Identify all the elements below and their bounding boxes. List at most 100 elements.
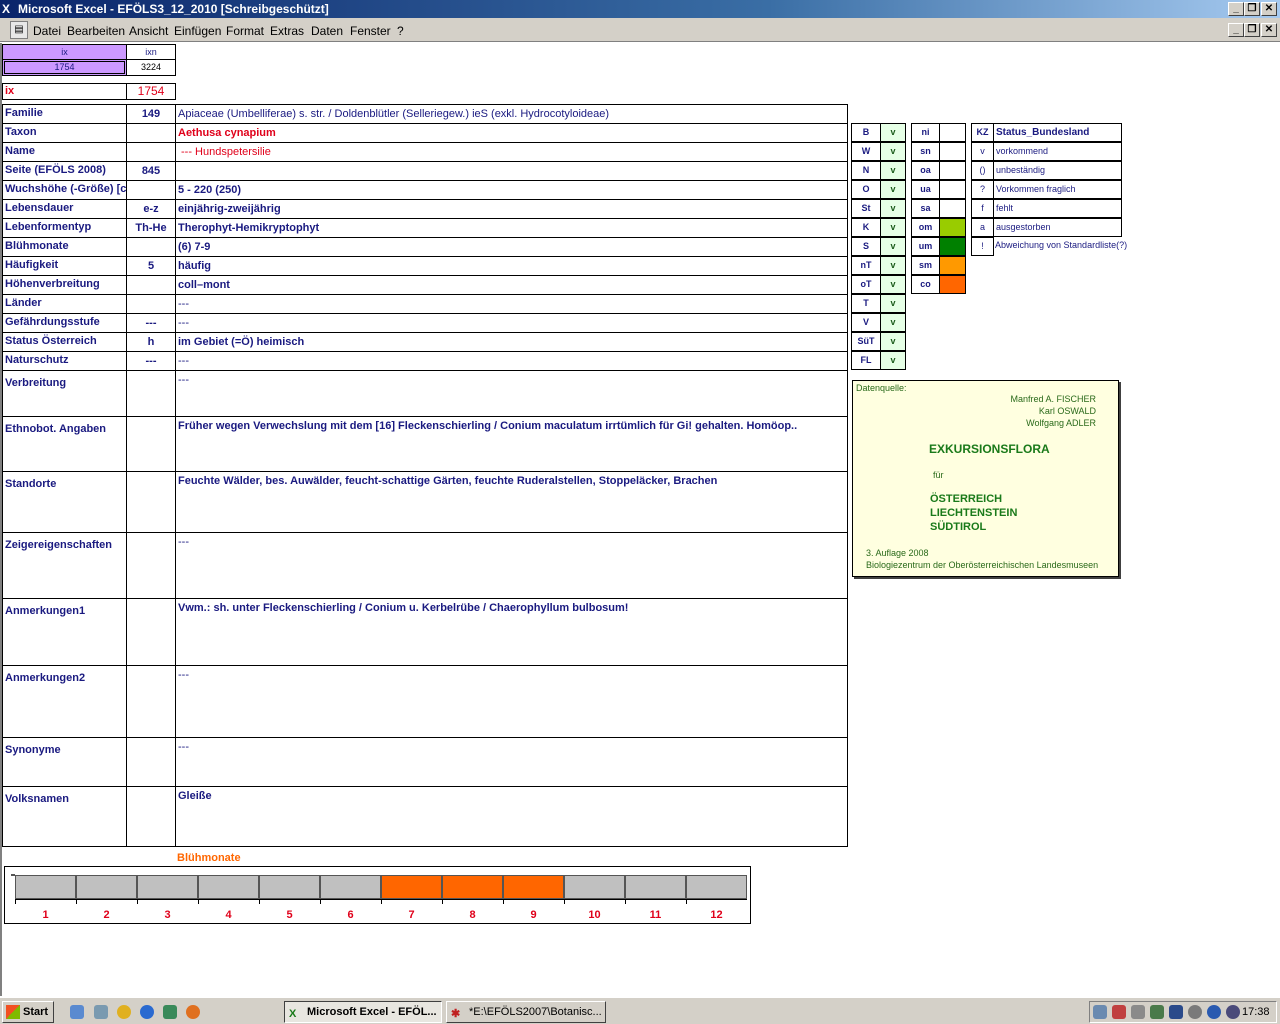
row-value[interactable]: coll–mont [175,275,848,295]
state-status-nT[interactable]: v [880,256,906,275]
state-status-V[interactable]: v [880,313,906,332]
tall-row-code[interactable] [126,598,176,666]
ix-big-value[interactable]: 1754 [126,83,176,100]
quicklaunch-outlook-icon[interactable] [163,1005,177,1019]
state-status-K[interactable]: v [880,218,906,237]
row-code[interactable]: e-z [126,199,176,219]
row-value[interactable]: --- [175,313,848,333]
row-code[interactable]: h [126,332,176,352]
row-value[interactable]: 5 - 220 (250) [175,180,848,200]
tall-row-value[interactable]: Feuchte Wälder, bes. Auwälder, feucht-sc… [175,471,848,533]
tall-row-code[interactable] [126,416,176,472]
state-status-N[interactable]: v [880,161,906,180]
tall-row-value[interactable]: --- [175,532,848,599]
tall-row-value[interactable]: --- [175,665,848,738]
menu-datei[interactable]: Datei [33,24,61,38]
quicklaunch-media-icon[interactable] [117,1005,131,1019]
tray-clock-icon[interactable] [1188,1005,1202,1019]
row-value[interactable]: Therophyt-Hemikryptophyt [175,218,848,238]
tall-row-code[interactable] [126,665,176,738]
tall-row-value[interactable]: --- [175,370,848,417]
quicklaunch-explorer-icon[interactable] [94,1005,108,1019]
tall-row-code[interactable] [126,370,176,417]
state-status-oT[interactable]: v [880,275,906,294]
row-value[interactable]: (6) 7-9 [175,237,848,257]
close-button[interactable]: ✕ [1261,2,1277,16]
tall-row-code[interactable] [126,471,176,533]
state-status-B[interactable]: v [880,123,906,142]
minimize-button[interactable]: _ [1228,2,1244,16]
row-value[interactable]: Apiaceae (Umbelliferae) s. str. / Dolden… [175,104,848,124]
tall-row-code[interactable] [126,786,176,847]
doc-close-button[interactable]: ✕ [1261,23,1277,37]
state-status-FL[interactable]: v [880,351,906,370]
row-code[interactable] [126,294,176,314]
menu-format[interactable]: Format [226,24,264,38]
doc-minimize-button[interactable]: _ [1228,23,1244,37]
row-code[interactable]: --- [126,351,176,371]
row-value[interactable]: --- [175,351,848,371]
tray-shield-icon[interactable] [1169,1005,1183,1019]
tall-row-value[interactable]: --- [175,737,848,787]
row-code[interactable] [126,142,176,162]
menu-daten[interactable]: Daten [311,24,343,38]
row-value[interactable] [175,161,848,181]
menu-einfuegen[interactable]: Einfügen [174,24,221,38]
row-code[interactable]: 5 [126,256,176,276]
tray-device-icon[interactable] [1150,1005,1164,1019]
task-excel[interactable]: X Microsoft Excel - EFÖL... [284,1001,442,1023]
restore-button[interactable]: ❐ [1244,2,1260,16]
tall-row-value[interactable]: Gleiße [175,786,848,847]
tray-info-icon[interactable] [1207,1005,1221,1019]
row-value[interactable]: --- Hundspetersilie [175,142,848,162]
row-code[interactable] [126,123,176,143]
row-code[interactable] [126,237,176,257]
start-button[interactable]: Start [2,1001,54,1023]
region-swatch-ni[interactable] [939,123,966,142]
quicklaunch-ie-icon[interactable] [140,1005,154,1019]
tray-app-icon[interactable] [1226,1005,1240,1019]
tall-row-code[interactable] [126,737,176,787]
region-swatch-oa[interactable] [939,161,966,180]
state-status-S[interactable]: v [880,237,906,256]
quicklaunch-desktop-icon[interactable] [70,1005,84,1019]
menu-bearbeiten[interactable]: Bearbeiten [67,24,125,38]
task-explorer[interactable]: ✱ *E:\EFÖLS2007\Botanisc... [446,1001,606,1023]
region-swatch-sa[interactable] [939,199,966,218]
doc-restore-button[interactable]: ❐ [1244,23,1260,37]
tall-row-value[interactable]: Früher wegen Verwechslung mit dem [16] F… [175,416,848,472]
row-value[interactable]: --- [175,294,848,314]
row-value[interactable]: im Gebiet (=Ö) heimisch [175,332,848,352]
row-value[interactable]: Aethusa cynapium [175,123,848,143]
region-swatch-sn[interactable] [939,142,966,161]
menu-help[interactable]: ? [397,24,404,38]
row-code[interactable] [126,275,176,295]
row-code[interactable]: 149 [126,104,176,124]
menu-extras[interactable]: Extras [270,24,304,38]
region-swatch-sm[interactable] [939,256,966,275]
tall-row-code[interactable] [126,532,176,599]
row-value[interactable]: einjährig-zweijährig [175,199,848,219]
state-status-T[interactable]: v [880,294,906,313]
tray-search-icon[interactable] [1131,1005,1145,1019]
row-code[interactable] [126,180,176,200]
quicklaunch-firefox-icon[interactable] [186,1005,200,1019]
tray-network-icon[interactable] [1093,1005,1107,1019]
row-code[interactable]: Th-He [126,218,176,238]
ixn-value-cell[interactable]: 3224 [126,59,176,76]
row-code[interactable]: --- [126,313,176,333]
state-status-St[interactable]: v [880,199,906,218]
region-swatch-ua[interactable] [939,180,966,199]
tray-security-icon[interactable] [1112,1005,1126,1019]
region-swatch-co[interactable] [939,275,966,294]
ix-value-cell[interactable]: 1754 [2,59,127,76]
menu-ansicht[interactable]: Ansicht [129,24,168,38]
row-value[interactable]: häufig [175,256,848,276]
state-status-SüT[interactable]: v [880,332,906,351]
row-code[interactable]: 845 [126,161,176,181]
workbook-icon[interactable]: ▤ [10,21,28,39]
region-swatch-om[interactable] [939,218,966,237]
region-swatch-um[interactable] [939,237,966,256]
tall-row-value[interactable]: Vwm.: sh. unter Fleckenschierling / Coni… [175,598,848,666]
state-status-W[interactable]: v [880,142,906,161]
